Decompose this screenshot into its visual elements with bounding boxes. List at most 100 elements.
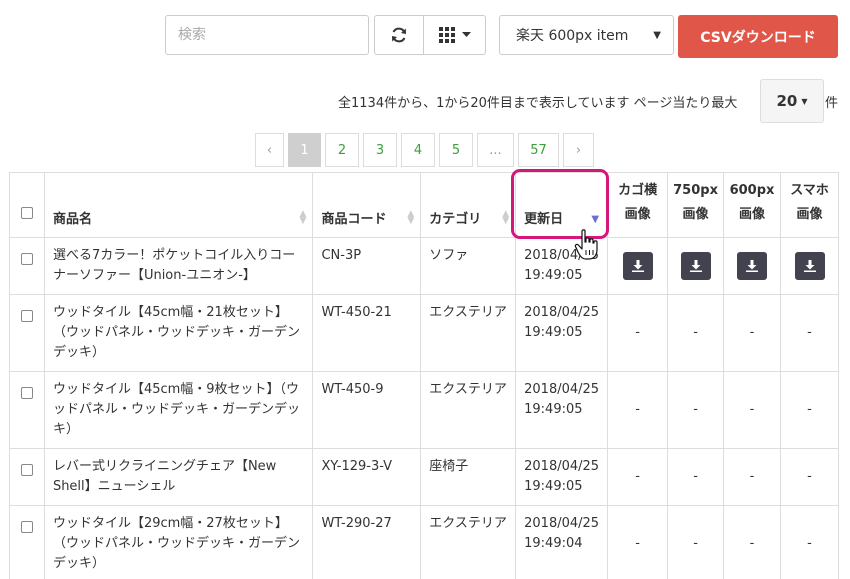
600px-image-cell: - [723, 448, 781, 506]
row-checkbox[interactable] [20, 387, 33, 399]
cart-image-cell: - [607, 505, 669, 579]
smartphone-image-cell [780, 237, 839, 295]
updated-time: 19:49:05 [524, 479, 583, 494]
product-category: 座椅子 [420, 448, 517, 506]
cart-image-cell: - [607, 294, 669, 372]
header-600px-image: 600px 画像 [723, 172, 781, 238]
pagination-page[interactable]: 2 [325, 133, 359, 167]
select-value: 楽天 600px item [516, 28, 629, 44]
product-table: 商品名 ▲ ▼ 商品コード ▲ ▼ カテゴリ ▲ ▼ 更新日 ▼ カゴ横 画像 750px 画像 … [9, 172, 839, 579]
header-750px-image: 750px 画像 [667, 172, 725, 238]
header-label: 画像 [682, 207, 709, 222]
product-category: ソファ [420, 237, 517, 295]
updated-at: 2018/04/25 19:49:05 [515, 448, 609, 506]
pagination-page[interactable]: 3 [363, 133, 397, 167]
header-label: 商品コード [321, 212, 387, 227]
view-button-group [374, 15, 486, 55]
refresh-button[interactable] [375, 16, 424, 54]
per-page-dropdown[interactable]: 20 ▼ [760, 79, 824, 123]
updated-time: 19:49:04 [524, 536, 583, 551]
refresh-icon [392, 27, 406, 43]
smartphone-image-cell: - [780, 371, 839, 449]
updated-at: 2018/04/25 19:49:04 [515, 505, 609, 579]
pagination-page[interactable]: 1 [288, 133, 321, 167]
updated-date: 2018/04/25 [524, 382, 600, 397]
header-code[interactable]: 商品コード ▲ ▼ [312, 172, 422, 238]
per-page-unit: 件 [825, 96, 839, 111]
header-label: カゴ横 [618, 183, 658, 198]
download-icon [689, 260, 702, 272]
updated-date: 2018/04/25 [524, 305, 600, 320]
pagination-page[interactable]: 5 [439, 133, 473, 167]
caret-down-icon [461, 32, 471, 37]
updated-at: 2018/04/25 19:49:05 [515, 371, 609, 449]
download-button[interactable] [622, 252, 653, 280]
header-select-all[interactable] [9, 172, 45, 238]
product-name: ウッドタイル【45cm幅・9枚セット】（ウッドパネル・ウッドデッキ・ガーデンデッ… [43, 371, 314, 449]
product-code: CN-3P [312, 237, 422, 295]
750px-image-cell: - [667, 448, 725, 506]
header-name[interactable]: 商品名 ▲ ▼ [43, 172, 314, 238]
download-button[interactable] [794, 252, 825, 280]
pagination-page[interactable]: 57 [518, 133, 559, 167]
chevron-down-icon: ▼ [653, 29, 661, 41]
download-button[interactable] [737, 252, 768, 280]
table-row: ウッドタイル【45cm幅・21枚セット】（ウッドパネル・ウッドデッキ・ガーデンデ… [9, 294, 839, 372]
product-name: ウッドタイル【29cm幅・27枚セット】（ウッドパネル・ウッドデッキ・ガーデンデ… [43, 505, 314, 579]
row-select [9, 237, 45, 295]
sort-icon: ▲ ▼ [299, 209, 307, 226]
pagination-next[interactable]: › [563, 133, 594, 167]
header-smartphone-image: スマホ 画像 [780, 172, 839, 238]
pagination: ‹ 1 2 3 4 5 ... 57 › [255, 133, 598, 167]
750px-image-cell: - [667, 505, 725, 579]
product-name: レバー式リクライニングチェア【New Shell】ニューシェル [43, 448, 314, 506]
image-size-select[interactable]: 楽天 600px item ▼ [499, 15, 674, 55]
row-select [9, 294, 45, 372]
hand-cursor-icon [574, 229, 598, 260]
header-cart-image: カゴ横 画像 [607, 172, 669, 238]
caret-down-icon: ▼ [801, 96, 808, 106]
header-updated[interactable]: 更新日 ▼ [515, 172, 609, 238]
product-code: WT-290-27 [312, 505, 422, 579]
table-row: ウッドタイル【45cm幅・9枚セット】（ウッドパネル・ウッドデッキ・ガーデンデッ… [9, 371, 839, 449]
cart-image-cell: - [607, 448, 669, 506]
header-label: 600px [729, 183, 775, 198]
sort-desc-icon: ▼ [591, 214, 600, 225]
download-icon [803, 260, 816, 272]
row-select [9, 448, 45, 506]
updated-date: 2018/04/25 [524, 516, 600, 531]
row-checkbox[interactable] [20, 310, 33, 322]
product-category: エクステリア [420, 371, 517, 449]
row-select [9, 505, 45, 579]
product-name: 選べる7カラー！ポケットコイル入りコーナーソファー【Union-ユニオン-】 [43, 237, 314, 295]
table-header-row: 商品名 ▲ ▼ 商品コード ▲ ▼ カテゴリ ▲ ▼ 更新日 ▼ カゴ横 画像 750px 画像 … [9, 172, 839, 238]
header-category[interactable]: カテゴリ ▲ ▼ [420, 172, 517, 238]
product-category: エクステリア [420, 294, 517, 372]
pagination-prev[interactable]: ‹ [255, 133, 284, 167]
sort-icon: ▲ ▼ [407, 209, 415, 226]
header-label: スマホ [790, 183, 829, 198]
row-checkbox[interactable] [20, 464, 33, 476]
csv-download-button[interactable]: CSVダウンロード [678, 15, 838, 58]
sort-icon: ▲ ▼ [502, 209, 510, 226]
header-label: 更新日 [524, 212, 564, 227]
download-icon [631, 260, 644, 272]
column-toggle-button[interactable] [424, 16, 485, 54]
updated-time: 19:49:05 [524, 402, 583, 417]
product-name: ウッドタイル【45cm幅・21枚セット】（ウッドパネル・ウッドデッキ・ガーデンデ… [43, 294, 314, 372]
updated-at: 2018/04/25 19:49:05 [515, 294, 609, 372]
pagination-ellipsis: ... [477, 133, 514, 167]
750px-image-cell [667, 237, 725, 295]
row-checkbox[interactable] [20, 521, 33, 533]
product-code: WT-450-9 [312, 371, 422, 449]
smartphone-image-cell: - [780, 505, 839, 579]
download-button[interactable] [680, 252, 711, 280]
pagination-page[interactable]: 4 [401, 133, 435, 167]
search-input[interactable] [165, 15, 369, 55]
row-checkbox[interactable] [20, 253, 33, 265]
600px-image-cell [723, 237, 781, 295]
600px-image-cell: - [723, 371, 781, 449]
cart-image-cell: - [607, 371, 669, 449]
select-all-checkbox[interactable] [20, 207, 33, 219]
table-row: ウッドタイル【29cm幅・27枚セット】（ウッドパネル・ウッドデッキ・ガーデンデ… [9, 505, 839, 579]
